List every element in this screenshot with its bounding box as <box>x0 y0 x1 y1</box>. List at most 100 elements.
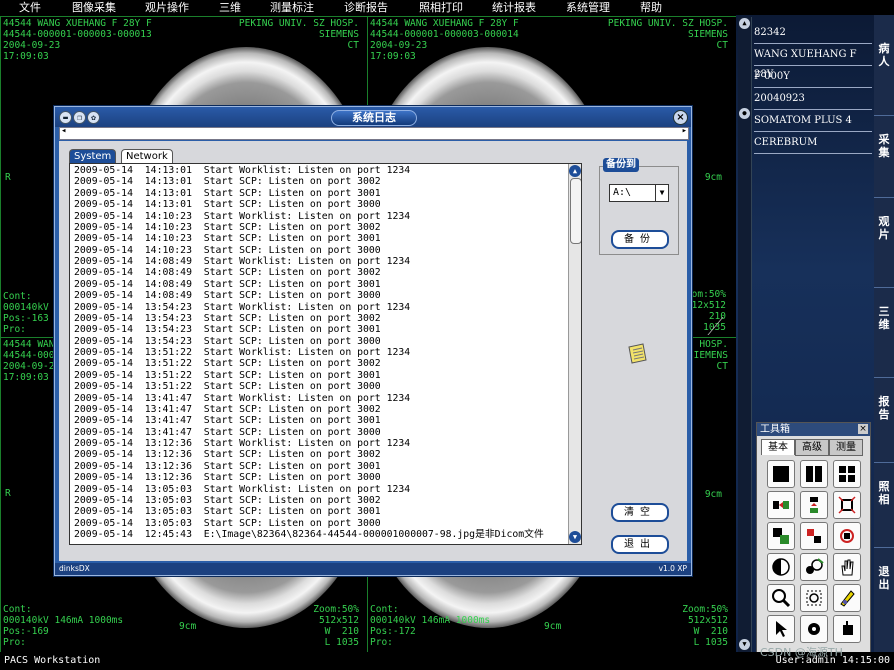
compare-icon[interactable] <box>800 522 828 550</box>
side-tab-6[interactable]: 退出 <box>874 565 894 591</box>
chevron-down-icon[interactable]: ▼ <box>655 185 668 201</box>
menu-file[interactable]: 文件 <box>19 0 41 15</box>
fit-window-icon[interactable] <box>833 491 861 519</box>
log-line[interactable]: 2009-05-14 13:41:47 Start Worklist: List… <box>74 393 544 404</box>
log-line[interactable]: 2009-05-14 14:13:01 Start SCP: Listen on… <box>74 199 544 210</box>
log-line[interactable]: 2009-05-14 13:54:23 Start Worklist: List… <box>74 302 544 313</box>
menu-report[interactable]: 诊断报告 <box>344 0 388 15</box>
pan-hand-icon[interactable] <box>833 553 861 581</box>
arrow-left-icon[interactable]: ◂ <box>61 126 66 136</box>
log-line[interactable]: 2009-05-14 14:10:23 Start SCP: Listen on… <box>74 245 544 256</box>
menu-system[interactable]: 系统管理 <box>566 0 610 15</box>
scroll-thumb[interactable] <box>570 178 581 244</box>
side-tab-4[interactable]: 报告 <box>874 395 894 421</box>
log-line[interactable]: 2009-05-14 14:08:49 Start SCP: Listen on… <box>74 279 544 290</box>
scroll-handle-icon[interactable]: ● <box>739 108 750 119</box>
gear-icon[interactable]: ✿ <box>87 111 100 124</box>
center-icon[interactable] <box>833 522 861 550</box>
close-icon[interactable]: × <box>858 424 868 434</box>
log-line[interactable]: 2009-05-14 14:10:23 Start Worklist: List… <box>74 211 544 222</box>
scroll-up-icon[interactable]: ▲ <box>569 165 581 177</box>
side-tab-1[interactable]: 采集 <box>874 133 894 159</box>
menu-statistics[interactable]: 统计报表 <box>492 0 536 15</box>
log-line[interactable]: 2009-05-14 14:10:23 Start SCP: Listen on… <box>74 222 544 233</box>
menu-view-ops[interactable]: 观片操作 <box>145 0 189 15</box>
log-line[interactable]: 2009-05-14 14:08:49 Start Worklist: List… <box>74 256 544 267</box>
patient-name: WANG XUEHANG F 28Y <box>754 45 872 80</box>
side-tab-5[interactable]: 照相 <box>874 480 894 506</box>
prev-next-icon[interactable] <box>767 491 795 519</box>
tab-network[interactable]: Network <box>121 149 173 163</box>
window-level-icon[interactable] <box>800 553 828 581</box>
clear-button[interactable]: 清空 <box>611 503 669 522</box>
log-line[interactable]: 2009-05-14 14:13:01 Start SCP: Listen on… <box>74 188 544 199</box>
arrow-right-icon[interactable]: ▸ <box>682 126 687 136</box>
log-line[interactable]: 2009-05-14 13:12:36 Start Worklist: List… <box>74 438 544 449</box>
side-tab-2[interactable]: 观片 <box>874 215 894 241</box>
panel-scrollbar[interactable]: ▲ ● ▼ <box>738 17 752 652</box>
annotate-icon[interactable] <box>833 584 861 612</box>
toolbox-titlebar[interactable]: 工具箱 × <box>757 423 870 436</box>
log-line[interactable]: 2009-05-14 13:51:22 Start SCP: Listen on… <box>74 381 544 392</box>
tab-basic[interactable]: 基本 <box>761 439 795 455</box>
log-line[interactable]: 2009-05-14 14:08:49 Start SCP: Listen on… <box>74 267 544 278</box>
tab-measure[interactable]: 测量 <box>829 439 863 456</box>
magnifier-icon[interactable] <box>767 584 795 612</box>
log-line[interactable]: 2009-05-14 13:41:47 Start SCP: Listen on… <box>74 427 544 438</box>
log-line[interactable]: 2009-05-14 13:41:47 Start SCP: Listen on… <box>74 415 544 426</box>
menu-measure[interactable]: 测量标注 <box>270 0 314 15</box>
log-line[interactable]: 2009-05-14 13:51:22 Start SCP: Listen on… <box>74 358 544 369</box>
log-line[interactable]: 2009-05-14 13:41:47 Start SCP: Listen on… <box>74 404 544 415</box>
close-icon[interactable]: × <box>673 110 688 125</box>
stack-icon[interactable] <box>800 491 828 519</box>
address-bar[interactable]: ◂ ▸ <box>59 126 689 140</box>
notepad-icon[interactable] <box>625 341 649 365</box>
log-line[interactable]: 2009-05-14 13:54:23 Start SCP: Listen on… <box>74 324 544 335</box>
stop-icon[interactable] <box>800 615 828 643</box>
side-tab-0[interactable]: 病人 <box>874 42 894 68</box>
layout-2x2-icon[interactable] <box>833 460 861 488</box>
side-tab-3[interactable]: 三维 <box>874 305 894 331</box>
log-line[interactable]: 2009-05-14 13:12:36 Start SCP: Listen on… <box>74 461 544 472</box>
log-line[interactable]: 2009-05-14 13:05:03 Start Worklist: List… <box>74 484 544 495</box>
layout-1x1-icon[interactable] <box>767 460 795 488</box>
menu-image-capture[interactable]: 图像采集 <box>72 0 116 15</box>
log-line[interactable]: 2009-05-14 13:05:03 Start SCP: Listen on… <box>74 518 544 529</box>
tab-system[interactable]: System <box>69 149 117 163</box>
zoom-rect-icon[interactable] <box>800 584 828 612</box>
log-line[interactable]: 2009-05-14 14:08:49 Start SCP: Listen on… <box>74 290 544 301</box>
menu-print[interactable]: 照相打印 <box>419 0 463 15</box>
log-line[interactable]: 2009-05-14 13:05:03 Start SCP: Listen on… <box>74 495 544 506</box>
log-line[interactable]: 2009-05-14 13:51:22 Start Worklist: List… <box>74 347 544 358</box>
log-line[interactable]: 2009-05-14 13:12:36 Start SCP: Listen on… <box>74 449 544 460</box>
reset-icon[interactable] <box>833 615 861 643</box>
tab-advanced[interactable]: 高级 <box>795 439 829 456</box>
copy-icon[interactable] <box>767 522 795 550</box>
backup-button[interactable]: 备份 <box>611 230 669 249</box>
drive-select[interactable]: A:\ ▼ <box>609 184 669 202</box>
menu-help[interactable]: 帮助 <box>640 0 662 15</box>
log-line[interactable]: 2009-05-14 13:05:03 Start SCP: Listen on… <box>74 506 544 517</box>
scroll-down-icon[interactable]: ▼ <box>569 531 581 543</box>
restore-icon[interactable]: ❐ <box>73 111 86 124</box>
exit-button[interactable]: 退出 <box>611 535 669 554</box>
log-line[interactable]: 2009-05-14 13:51:22 Start SCP: Listen on… <box>74 370 544 381</box>
log-line[interactable]: 2009-05-14 13:54:23 Start SCP: Listen on… <box>74 336 544 347</box>
menu-3d[interactable]: 三维 <box>219 0 241 15</box>
scroll-down-icon[interactable]: ▼ <box>739 639 750 650</box>
log-line[interactable]: 2009-05-14 14:10:23 Start SCP: Listen on… <box>74 233 544 244</box>
log-line[interactable]: 2009-05-14 12:45:43 E:\Image\82364\82364… <box>74 529 544 540</box>
log-line[interactable]: 2009-05-14 14:13:01 Start Worklist: List… <box>74 165 544 176</box>
scroll-up-icon[interactable]: ▲ <box>739 18 750 29</box>
scrollbar[interactable]: ▲ ▼ <box>568 164 581 544</box>
pointer-icon[interactable] <box>767 615 795 643</box>
log-line[interactable]: 2009-05-14 13:54:23 Start SCP: Listen on… <box>74 313 544 324</box>
contrast-icon[interactable] <box>767 553 795 581</box>
log-line[interactable]: 2009-05-14 13:12:36 Start SCP: Listen on… <box>74 472 544 483</box>
side-tabs: 病人采集观片三维报告照相退出 <box>874 15 894 652</box>
log-line[interactable]: 2009-05-14 14:13:01 Start SCP: Listen on… <box>74 176 544 187</box>
log-list[interactable]: 2009-05-14 14:13:01 Start Worklist: List… <box>69 163 582 545</box>
minimize-icon[interactable]: ▬ <box>59 111 72 124</box>
layout-1x2-icon[interactable] <box>800 460 828 488</box>
dialog-titlebar[interactable]: ▬ ❐ ✿ 系统日志 × <box>55 107 691 127</box>
